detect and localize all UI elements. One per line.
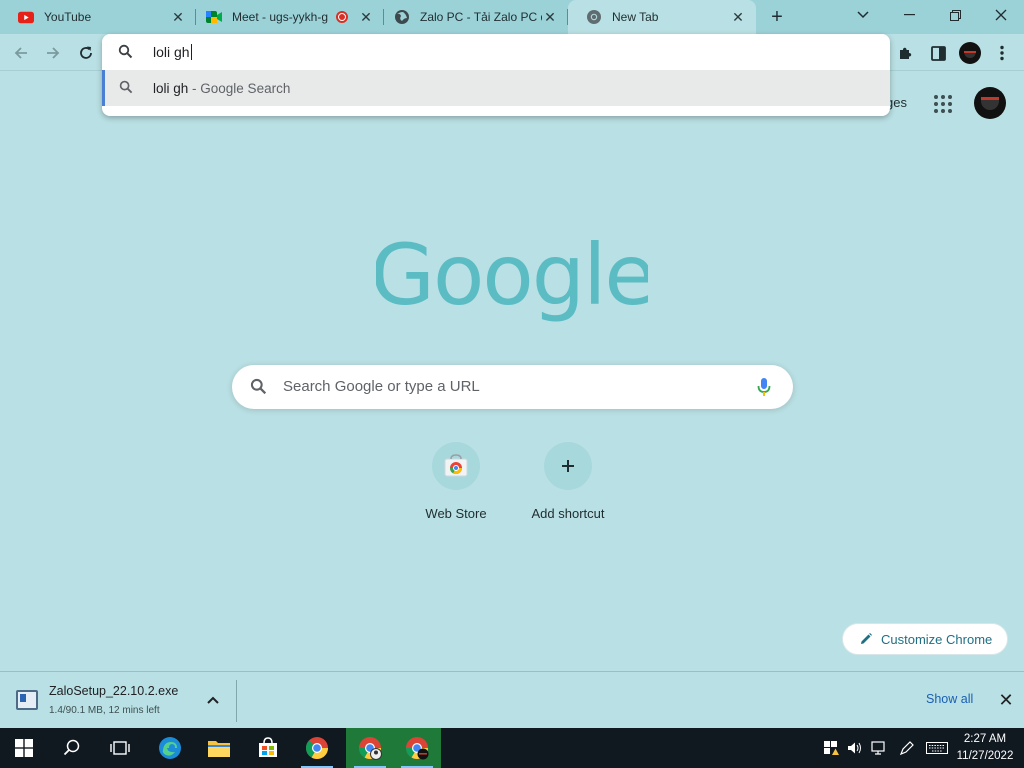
close-shelf-icon[interactable]: ✕ [996,690,1016,710]
globe-icon [394,9,410,25]
chrome-taskbar-icon[interactable] [293,728,341,768]
security-warning-icon[interactable] [820,728,842,768]
file-explorer-icon[interactable] [195,728,243,768]
network-icon[interactable] [868,728,890,768]
close-window-button[interactable] [978,0,1024,30]
clock-date: 11/27/2022 [956,750,1014,762]
show-all-downloads-link[interactable]: Show all [926,692,973,706]
svg-text:Google: Google [376,232,648,324]
search-icon [118,44,133,64]
shortcut-add[interactable]: Add shortcut [512,442,624,521]
search-icon [250,378,267,400]
google-logo: Google [376,232,648,324]
download-filename[interactable]: ZaloSetup_22.10.2.exe [49,684,178,698]
pen-workspace-icon[interactable] [896,728,918,768]
tab-title: YouTube [44,10,92,24]
tab-title: Meet - ugs-yykh-g [232,10,329,24]
close-tab-icon[interactable]: ✕ [170,9,186,25]
pencil-icon [861,633,872,644]
address-bar[interactable]: loli gh [102,34,890,70]
customize-label: Customize Chrome [881,631,993,647]
youtube-icon [18,9,34,25]
close-tab-icon[interactable]: ✕ [358,9,374,25]
restore-button[interactable] [932,0,978,30]
shortcut-web-store[interactable]: Web Store [400,442,512,521]
touch-keyboard-icon[interactable] [924,728,950,768]
google-apps-icon[interactable] [930,91,954,115]
recording-icon [336,11,348,23]
text-cursor [190,44,192,60]
tab-new-tab[interactable]: New Tab ✕ [568,0,756,34]
back-button[interactable] [8,40,34,66]
chrome-menu-icon[interactable] [989,40,1015,66]
tab-youtube[interactable]: YouTube ✕ [0,0,196,34]
microsoft-store-icon[interactable] [244,728,292,768]
side-panel-icon[interactable] [925,40,951,66]
search-placeholder: Search Google or type a URL [283,378,480,395]
system-clock[interactable]: 2:27 AM 11/27/2022 [950,731,1020,765]
shortcut-label: Web Store [425,506,487,521]
microphone-icon[interactable] [757,377,771,402]
shortcut-label: Add shortcut [531,506,605,521]
chevron-up-icon[interactable] [204,692,222,710]
google-meet-icon [206,9,222,25]
omnibox-suggestion[interactable]: loli gh - Google Search [102,70,890,106]
chrome-profile-taskbar-icon[interactable] [346,728,394,768]
reload-button[interactable] [73,40,99,66]
clock-time: 2:27 AM [963,733,1007,745]
tab-strip: YouTube ✕ Meet - ugs-yykh-g ✕ Zalo PC - … [0,0,1024,34]
new-tab-button[interactable]: + [766,6,788,28]
chrome-icon [586,9,602,25]
forward-button[interactable] [40,40,66,66]
address-bar-value[interactable]: loli gh [153,44,192,60]
tab-search-chevron-icon[interactable] [840,0,886,30]
customize-chrome-button[interactable]: Customize Chrome [842,623,1008,655]
close-tab-icon[interactable]: ✕ [542,9,558,25]
edge-icon[interactable] [146,728,194,768]
omnibox-dropdown: loli gh loli gh - Google Search [102,34,890,116]
suggestion-query: loli gh [153,81,189,96]
close-tab-icon[interactable]: ✕ [730,9,746,25]
tab-title: Zalo PC - Tải Zalo PC d [420,10,542,24]
search-icon [119,80,133,99]
google-account-avatar[interactable] [974,87,1006,119]
installer-file-icon [16,690,38,710]
profile-avatar[interactable] [957,40,983,66]
chrome-profile-active-taskbar-icon[interactable] [393,728,441,768]
tab-title: New Tab [612,10,659,24]
tab-zalo[interactable]: Zalo PC - Tải Zalo PC d ✕ [376,0,568,34]
windows-taskbar: 2:27 AM 11/27/2022 [0,728,1024,768]
download-shelf: ZaloSetup_22.10.2.exe 1.4/90.1 MB, 12 mi… [0,671,1024,728]
ntp-search-box[interactable]: Search Google or type a URL [232,365,793,409]
task-view-icon[interactable] [96,728,144,768]
search-icon[interactable] [48,728,96,768]
download-progress-text: 1.4/90.1 MB, 12 mins left [49,705,160,716]
minimize-button[interactable] [886,0,932,30]
extensions-puzzle-icon[interactable] [893,40,919,66]
chrome-web-store-icon [432,442,480,490]
plus-icon [544,442,592,490]
start-button[interactable] [0,728,48,768]
tab-meet[interactable]: Meet - ugs-yykh-g ✕ [188,0,384,34]
divider [236,680,237,722]
volume-icon[interactable] [844,728,866,768]
suggestion-suffix: - Google Search [188,81,291,96]
